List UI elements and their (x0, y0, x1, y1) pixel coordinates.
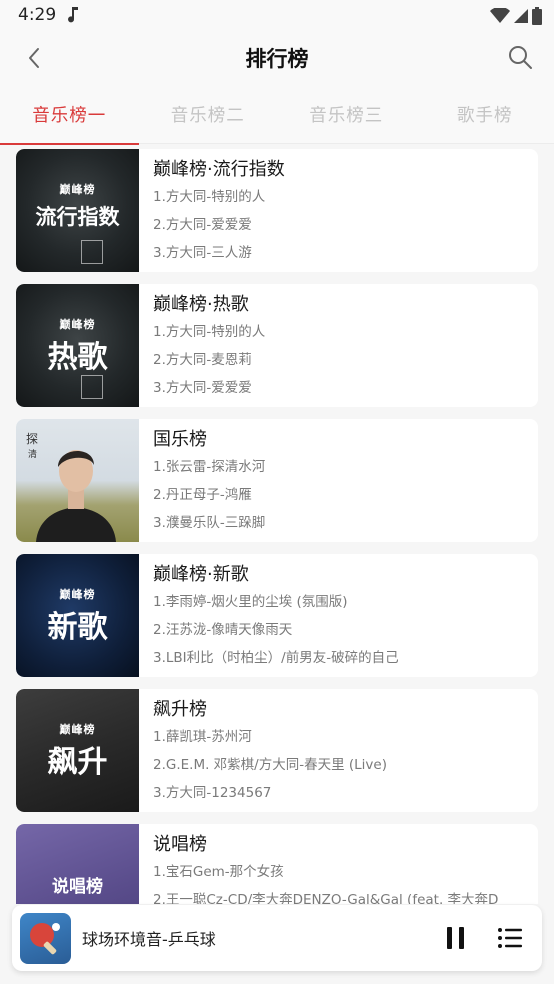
chart-title: 国乐榜 (153, 429, 207, 450)
chart-info: 巅峰榜·热歌 1.方大同-特别的人 2.方大同-麦恩莉 3.方大同-爱爱爱 (139, 284, 265, 407)
chart-song: 3.方大同-爱爱爱 (153, 380, 252, 396)
singer-photo: 探 清 (26, 432, 116, 542)
chart-cover-hot-songs: 巅峰榜 热歌 (16, 284, 139, 407)
chart-list: 巅峰榜 流行指数 巅峰榜·流行指数 1.方大同-特别的人 2.方大同-爱爱爱 3… (0, 149, 554, 904)
chart-title: 巅峰榜·新歌 (153, 564, 249, 585)
chart-card-rising[interactable]: 巅峰榜 飙升 飙升榜 1.薛凯琪-苏州河 2.G.E.M. 邓紫棋/方大同-春天… (16, 689, 538, 812)
svg-text:探: 探 (26, 432, 38, 446)
tab-music-chart-3[interactable]: 音乐榜三 (277, 84, 416, 144)
chart-song: 1.方大同-特别的人 (153, 189, 266, 205)
chart-song: 1.李雨婷-烟火里的尘埃 (氛围版) (153, 594, 348, 610)
chart-title: 巅峰榜·流行指数 (153, 159, 285, 180)
app-header: 排行榜 (0, 32, 554, 84)
chart-card-hot-songs[interactable]: 巅峰榜 热歌 巅峰榜·热歌 1.方大同-特别的人 2.方大同-麦恩莉 3.方大同… (16, 284, 538, 407)
chart-title: 巅峰榜·热歌 (153, 294, 249, 315)
cover-title-text: 新歌 (47, 610, 108, 645)
chart-song: 2.丹正母子-鸿雁 (153, 487, 252, 503)
chart-card-guoyue[interactable]: 探 清 国乐榜 1.张云雷-探清水河 2.丹正母子-鸿雁 3.濮曼乐队-三跺脚 (16, 419, 538, 542)
status-bar: 4:29 (0, 0, 554, 32)
tab-bar: 音乐榜一 音乐榜二 音乐榜三 歌手榜 (0, 84, 554, 145)
chart-info: 巅峰榜·新歌 1.李雨婷-烟火里的尘埃 (氛围版) 2.汪苏泷-像晴天像雨天 3… (139, 554, 399, 677)
chart-card-rap[interactable]: 说唱榜 说唱榜 1.宝石Gem-那个女孩 2.王一聪Cz-CD/李大奔DENZO… (16, 824, 538, 904)
search-button[interactable] (504, 41, 536, 73)
wifi-icon (490, 8, 510, 23)
pause-button[interactable] (444, 925, 468, 951)
player-song-title: 球场环境音-乒乓球 (82, 930, 216, 949)
tab-singer-chart[interactable]: 歌手榜 (416, 84, 554, 144)
cover-logo-text: 巅峰榜 (59, 318, 96, 331)
cover-stamp (81, 240, 103, 264)
chart-song: 2.方大同-麦恩莉 (153, 352, 252, 368)
chart-cover-guoyue: 探 清 (16, 419, 139, 542)
chart-info: 国乐榜 1.张云雷-探清水河 2.丹正母子-鸿雁 3.濮曼乐队-三跺脚 (139, 419, 265, 542)
chart-song: 2.汪苏泷-像晴天像雨天 (153, 622, 293, 638)
mini-player[interactable]: 球场环境音-乒乓球 (12, 905, 542, 971)
search-icon (509, 46, 532, 69)
svg-text:清: 清 (28, 448, 37, 459)
cover-title-text: 流行指数 (35, 205, 120, 229)
chart-info: 飙升榜 1.薛凯琪-苏州河 2.G.E.M. 邓紫棋/方大同-春天里 (Live… (139, 689, 387, 812)
chart-song: 2.王一聪Cz-CD/李大奔DENZO-Gal&Gal (feat. 李大奔D (153, 892, 499, 904)
chart-info: 说唱榜 1.宝石Gem-那个女孩 2.王一聪Cz-CD/李大奔DENZO-Gal… (139, 824, 498, 904)
cover-title-text: 热歌 (47, 340, 108, 375)
chart-cover-new-songs: 巅峰榜 新歌 (16, 554, 139, 677)
chart-song: 2.G.E.M. 邓紫棋/方大同-春天里 (Live) (153, 757, 387, 773)
chart-song: 1.薛凯琪-苏州河 (153, 729, 252, 745)
chart-song: 1.方大同-特别的人 (153, 324, 266, 340)
playlist-icon[interactable] (496, 924, 524, 952)
page-title: 排行榜 (245, 47, 309, 71)
ping-pong-icon (30, 923, 60, 955)
cover-title-text: 飙升 (47, 745, 108, 780)
chart-info: 巅峰榜·流行指数 1.方大同-特别的人 2.方大同-爱爱爱 3.方大同-三人游 (139, 149, 285, 272)
chart-song: 1.宝石Gem-那个女孩 (153, 864, 284, 880)
chart-cover-popular-index: 巅峰榜 流行指数 (16, 149, 139, 272)
chart-title: 飙升榜 (153, 699, 207, 720)
cover-logo-text: 巅峰榜 (59, 588, 96, 601)
cover-stamp (81, 375, 103, 399)
battery-icon (532, 7, 542, 25)
music-note-icon (68, 7, 78, 23)
signal-icon (514, 9, 528, 23)
chart-song: 3.方大同-三人游 (153, 245, 252, 261)
chart-song: 3.方大同-1234567 (153, 785, 272, 801)
chart-card-popular-index[interactable]: 巅峰榜 流行指数 巅峰榜·流行指数 1.方大同-特别的人 2.方大同-爱爱爱 3… (16, 149, 538, 272)
tab-music-chart-1[interactable]: 音乐榜一 (0, 84, 139, 145)
player-cover (20, 913, 71, 964)
chart-title: 说唱榜 (153, 834, 207, 855)
cover-logo-text: 巅峰榜 (59, 723, 96, 736)
chart-song: 3.濮曼乐队-三跺脚 (153, 515, 266, 531)
chart-song: 2.方大同-爱爱爱 (153, 217, 252, 233)
chart-card-new-songs[interactable]: 巅峰榜 新歌 巅峰榜·新歌 1.李雨婷-烟火里的尘埃 (氛围版) 2.汪苏泷-像… (16, 554, 538, 677)
chart-cover-rising: 巅峰榜 飙升 (16, 689, 139, 812)
cover-title-text: 说唱榜 (52, 877, 103, 897)
status-icons (490, 6, 542, 26)
status-time: 4:29 (18, 5, 57, 25)
chart-song: 3.LBI利比（时柏尘）/前男友-破碎的自己 (153, 650, 399, 666)
chart-cover-rap: 说唱榜 (16, 824, 139, 904)
cover-logo-text: 巅峰榜 (59, 183, 96, 196)
chart-song: 1.张云雷-探清水河 (153, 459, 266, 475)
tab-music-chart-2[interactable]: 音乐榜二 (139, 84, 278, 144)
